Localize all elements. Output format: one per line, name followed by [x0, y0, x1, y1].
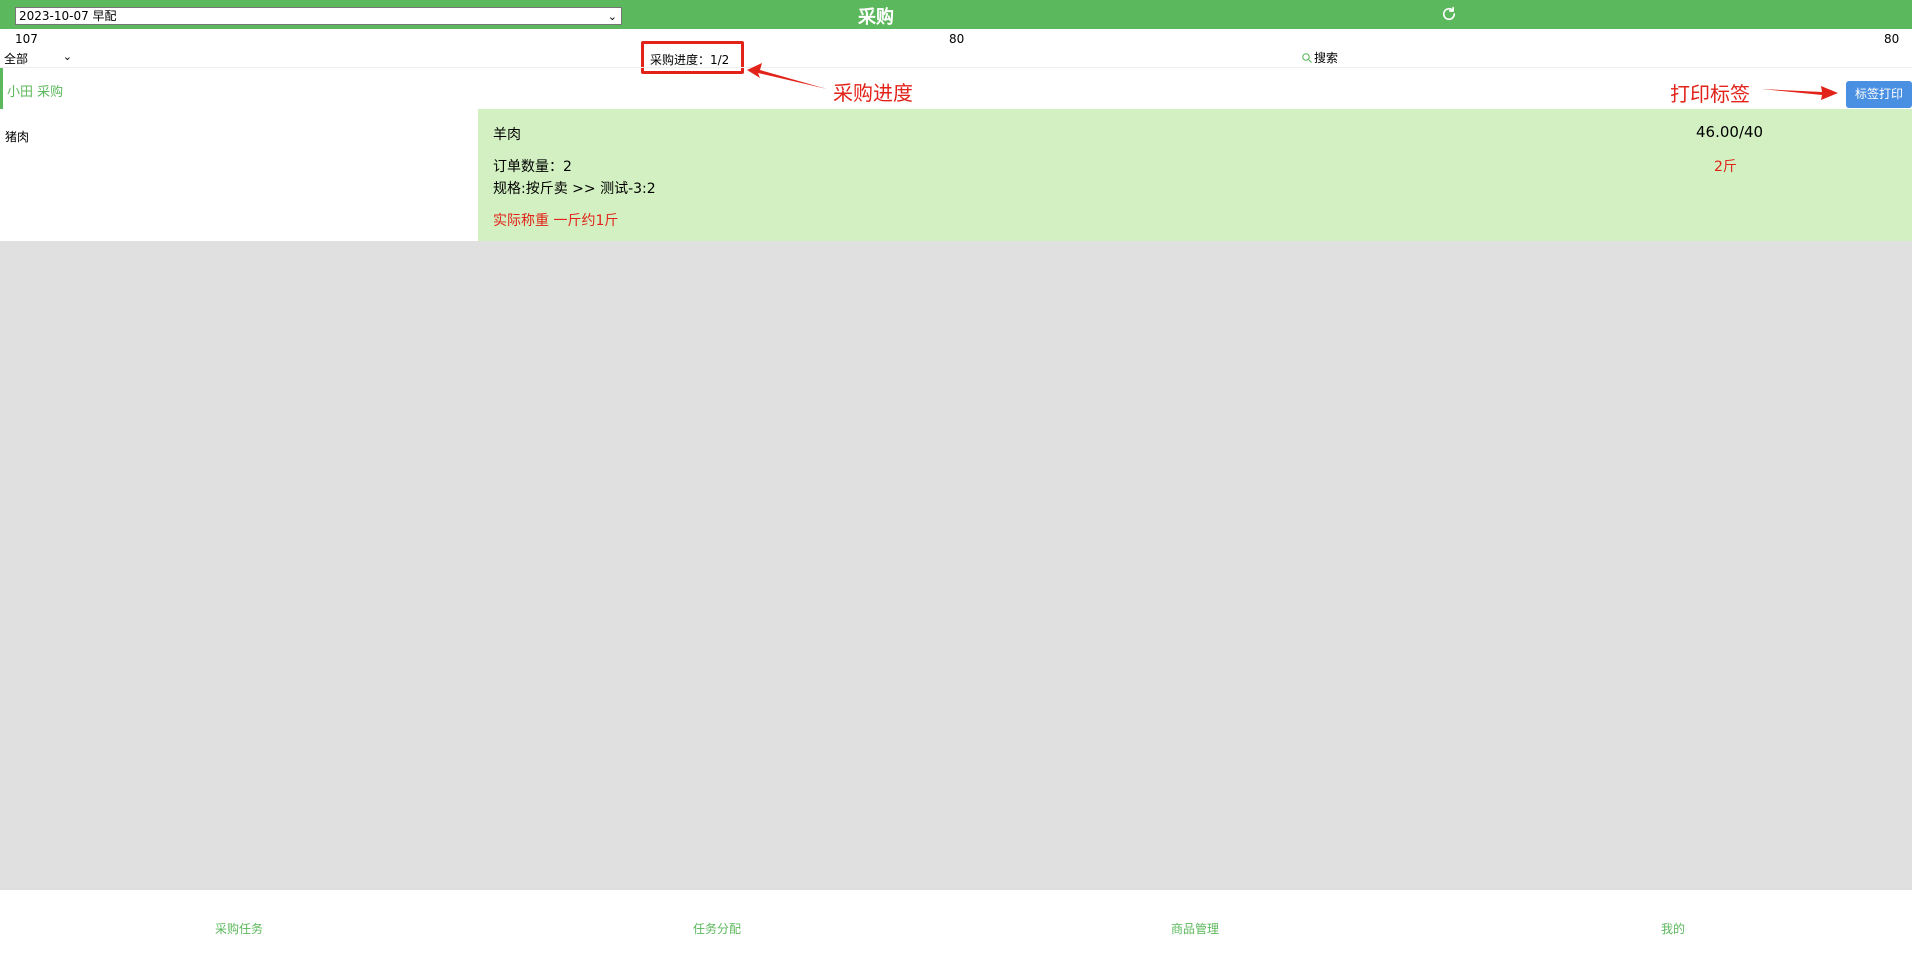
- chevron-down-icon: ⌄: [62, 50, 72, 63]
- product-unit-qty: 2斤: [1714, 159, 1737, 175]
- search-button[interactable]: 搜索: [1301, 49, 1338, 66]
- actual-weight: 实际称重 一斤约1斤: [493, 213, 619, 229]
- empty-content-area: [0, 241, 1912, 889]
- category-list: [0, 109, 478, 241]
- top-bar: 2023-10-07 早配 ⌄ 采购: [0, 0, 1912, 29]
- bottom-nav: 采购任务 任务分配 商品管理 我的: [0, 889, 1912, 966]
- annotation-print: 打印标签: [1670, 82, 1750, 106]
- buyer-tab[interactable]: 小田 采购: [0, 68, 300, 112]
- nav-task-assignment[interactable]: 任务分配: [478, 890, 956, 966]
- search-label: 搜索: [1314, 51, 1339, 65]
- count-middle: 80: [949, 32, 965, 46]
- nav-purchase-tasks[interactable]: 采购任务: [0, 890, 478, 966]
- print-label-button[interactable]: 标签打印: [1846, 81, 1912, 108]
- nav-product-management[interactable]: 商品管理: [956, 890, 1434, 966]
- print-arrow: [1761, 86, 1838, 100]
- product-name: 羊肉: [493, 127, 521, 143]
- nav-mine[interactable]: 我的: [1434, 890, 1912, 966]
- page-title: 采购: [858, 7, 894, 28]
- search-icon: [1302, 52, 1312, 63]
- count-right: 80: [1884, 32, 1900, 46]
- product-price: 46.00/40: [1696, 123, 1764, 141]
- refresh-icon[interactable]: [1440, 5, 1458, 23]
- product-card[interactable]: 羊肉 订单数量：2 规格:按斤卖 >> 测试-3:2 实际称重 一斤约1斤 46…: [478, 109, 1912, 241]
- count-left: 107: [15, 32, 38, 46]
- purchase-progress: 采购进度：1/2: [641, 41, 744, 74]
- order-quantity: 订单数量：2: [493, 159, 572, 175]
- product-spec: 规格:按斤卖 >> 测试-3:2: [493, 181, 656, 197]
- annotation-progress: 采购进度: [833, 81, 913, 105]
- category-filter-select[interactable]: 全部 ⌄: [4, 50, 74, 66]
- category-filter-value: 全部: [4, 52, 29, 66]
- purchase-progress-text: 采购进度：1/2: [650, 53, 730, 67]
- category-item[interactable]: 猪肉: [5, 128, 29, 145]
- buyer-name: 小田 采购: [7, 85, 64, 100]
